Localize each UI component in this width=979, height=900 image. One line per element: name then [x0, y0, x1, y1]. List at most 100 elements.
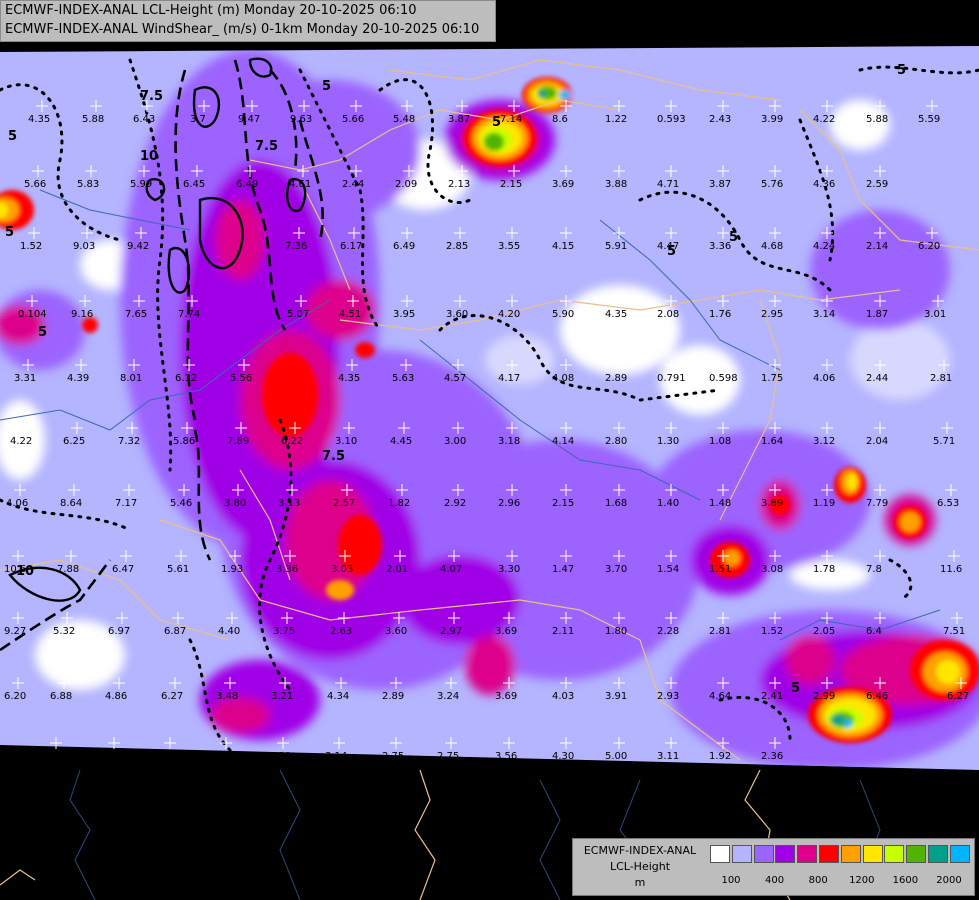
legend-swatch: [775, 845, 796, 863]
station-value: 2.89: [605, 373, 627, 384]
station-value: 4.22: [813, 114, 835, 125]
station-value: 3.95: [393, 309, 415, 320]
station-value: 3.56: [495, 751, 517, 762]
station-value: 2.44: [866, 373, 888, 384]
contour-label: 5: [897, 63, 906, 78]
station-value: 9.27: [4, 626, 26, 637]
station-value: 4.06: [813, 373, 835, 384]
station-value: 6.43: [133, 114, 155, 125]
station-value: 4.68: [761, 241, 783, 252]
station-value: 6.22: [281, 436, 303, 447]
station-value: 3.36: [709, 241, 731, 252]
station-value: 1.48: [709, 498, 731, 509]
station-value: 3.91: [605, 691, 627, 702]
legend-swatch: [797, 845, 818, 863]
station-value: 4.07: [440, 564, 462, 575]
station-value: 5.71: [933, 436, 955, 447]
station-value: 3.55: [498, 241, 520, 252]
legend-tick-label: 1600: [892, 875, 919, 886]
station-value: 6.87: [164, 626, 186, 637]
station-value: 4.24: [813, 241, 835, 252]
station-value: 6.53: [937, 498, 959, 509]
station-value: 6.25: [63, 436, 85, 447]
station-value: 2.80: [605, 436, 627, 447]
station-value: 5.99: [130, 179, 152, 190]
station-value: 1.22: [605, 114, 627, 125]
legend-title: ECMWF-INDEX-ANAL LCL-Height m: [575, 843, 705, 891]
station-value: 5.63: [392, 373, 414, 384]
station-value: 4.42: [156, 751, 178, 762]
station-value: 6.12: [175, 373, 197, 384]
station-value: 1.52: [20, 241, 42, 252]
station-value: 8.6: [552, 114, 568, 125]
station-value: 6.20: [4, 691, 26, 702]
station-value: 9.42: [127, 241, 149, 252]
station-value: 4.47: [657, 241, 679, 252]
station-value: 3.12: [813, 436, 835, 447]
station-value: 3.14: [813, 309, 835, 320]
station-value: 4.30: [552, 751, 574, 762]
station-value: 4.86: [105, 691, 127, 702]
station-value: 4.14: [552, 436, 574, 447]
station-value: 1.92: [709, 751, 731, 762]
station-value: 2.59: [866, 179, 888, 190]
contour-label: 7.5: [322, 449, 345, 464]
station-value: 2.28: [657, 626, 679, 637]
station-value: 3.87: [709, 179, 731, 190]
legend-swatch: [884, 845, 905, 863]
station-value: 10.6: [4, 564, 26, 575]
station-value: 2.14: [866, 241, 888, 252]
station-value: 6.15: [42, 751, 64, 762]
station-value: 2.04: [866, 436, 888, 447]
station-value: 4.71: [657, 179, 679, 190]
station-value: 3.99: [761, 114, 783, 125]
station-value: 2.63: [330, 626, 352, 637]
station-value: 2.93: [657, 691, 679, 702]
legend-swatch: [949, 845, 970, 863]
station-value: 4.45: [390, 436, 412, 447]
station-value: 1.87: [866, 309, 888, 320]
contour-label: 5: [322, 79, 331, 94]
legend-model: ECMWF-INDEX-ANAL: [583, 844, 697, 857]
station-value: 7.51: [943, 626, 965, 637]
legend-unit: m: [634, 876, 646, 889]
contour-label: 10: [140, 149, 158, 164]
station-value: 4.34: [327, 691, 349, 702]
legend-tick-label: 800: [808, 875, 828, 886]
station-value: 3.11: [657, 751, 679, 762]
station-value: 4.35: [338, 373, 360, 384]
station-value: 5.59: [918, 114, 940, 125]
station-value: 2.96: [498, 498, 520, 509]
station-value: 4.20: [498, 309, 520, 320]
station-value: 4.05: [212, 751, 234, 762]
station-value: 0.791: [657, 373, 686, 384]
station-value: 2.44: [342, 179, 364, 190]
station-value: 9.16: [71, 309, 93, 320]
station-value: 4.61: [289, 179, 311, 190]
station-value: 5.46: [170, 498, 192, 509]
station-value: 3.80: [224, 498, 246, 509]
station-value: 3.89: [761, 498, 783, 509]
legend-swatch: [862, 845, 883, 863]
legend-tick-label: 400: [765, 875, 785, 886]
station-value: 5.88: [866, 114, 888, 125]
station-value: 5.56: [230, 373, 252, 384]
station-value: 7.36: [285, 241, 307, 252]
station-value: 2.05: [813, 626, 835, 637]
station-value: 5.91: [605, 241, 627, 252]
station-value: 4.17: [498, 373, 520, 384]
station-value: 0.598: [709, 373, 738, 384]
legend-tick-label: 100: [721, 875, 741, 886]
lcl-height-map: 5 5 5 5 5 5 5 5 5 10 10 7.5 7.5 7.5 4.35…: [0, 0, 979, 900]
station-value: 5.66: [342, 114, 364, 125]
station-value: 9.63: [290, 114, 312, 125]
station-value: 1.64: [761, 436, 783, 447]
station-value: 1.93: [221, 564, 243, 575]
station-value: 3.88: [605, 179, 627, 190]
station-value: 1.30: [657, 436, 679, 447]
station-value: 2.15: [552, 498, 574, 509]
station-value: 4.06: [6, 498, 28, 509]
station-value: 4.22: [10, 436, 32, 447]
station-value: 5.34: [100, 751, 122, 762]
legend-swatch: [906, 845, 927, 863]
